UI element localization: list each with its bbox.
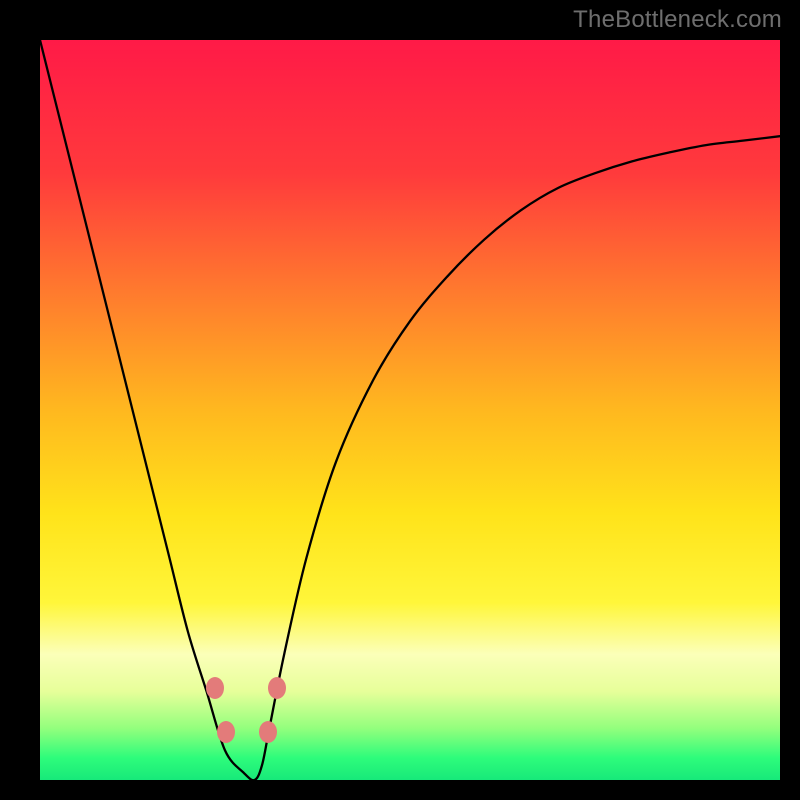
plot-area [40,40,780,780]
chart-frame: TheBottleneck.com [0,0,800,800]
bottleneck-curve [40,40,780,780]
curve-marker [217,721,235,743]
watermark-label: TheBottleneck.com [573,6,782,34]
curve-marker [259,721,277,743]
curve-marker [268,677,286,699]
curve-marker [206,677,224,699]
